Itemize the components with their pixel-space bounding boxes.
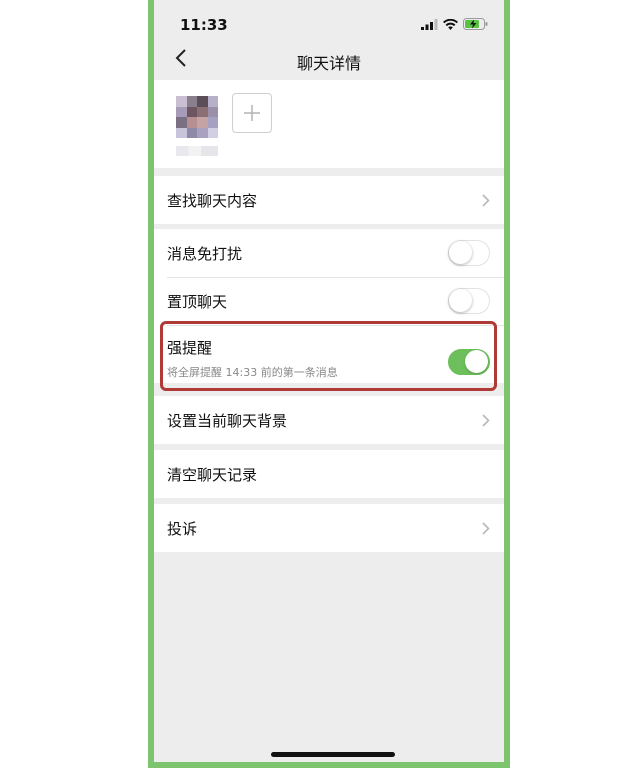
mute-notifications-toggle[interactable] <box>448 240 490 266</box>
report-item[interactable]: 投诉 <box>154 504 504 552</box>
chevron-right-icon <box>482 414 490 427</box>
set-chat-background-item[interactable]: 设置当前聊天背景 <box>154 396 504 444</box>
member-avatar-pixelated[interactable] <box>176 96 218 138</box>
chevron-right-icon <box>482 522 490 535</box>
page-title: 聊天详情 <box>296 54 361 73</box>
signal-icon <box>421 18 438 30</box>
report-label: 投诉 <box>167 519 198 538</box>
status-icons <box>421 17 488 31</box>
member-section <box>154 80 504 168</box>
mute-notifications-item: 消息免打扰 <box>154 229 504 277</box>
strong-reminder-item: 强提醒 将全屏提醒 14:33 前的第一条消息 <box>154 325 504 383</box>
clear-group: 清空聊天记录 <box>154 450 504 498</box>
wifi-icon <box>443 18 458 30</box>
settings-group: 消息免打扰 置顶聊天 强提醒 将全屏提醒 14:33 前的第一条消息 <box>154 229 504 383</box>
pin-chat-label: 置顶聊天 <box>167 292 228 311</box>
plus-icon <box>244 105 260 121</box>
mute-notifications-label: 消息免打扰 <box>167 244 243 263</box>
clear-chat-history-item[interactable]: 清空聊天记录 <box>154 450 504 498</box>
search-chat-content-label: 查找聊天内容 <box>167 191 258 210</box>
member-name-blurred <box>176 146 218 156</box>
battery-charging-icon <box>463 18 488 30</box>
pin-chat-item: 置顶聊天 <box>154 277 504 325</box>
chevron-right-icon <box>482 194 490 207</box>
status-time: 11:33 <box>180 16 228 34</box>
report-group: 投诉 <box>154 504 504 552</box>
add-member-button[interactable] <box>232 93 272 133</box>
pin-chat-toggle[interactable] <box>448 288 490 314</box>
search-group: 查找聊天内容 <box>154 176 504 224</box>
set-chat-background-label: 设置当前聊天背景 <box>167 411 288 430</box>
phone-screen: 11:33 聊天详情 查找聊天内容 消息免打扰 置顶聊天 强提醒 将全屏提醒 1… <box>148 0 510 768</box>
nav-bar: 聊天详情 <box>154 40 504 80</box>
background-group: 设置当前聊天背景 <box>154 396 504 444</box>
search-chat-content-item[interactable]: 查找聊天内容 <box>154 176 504 224</box>
clear-chat-history-label: 清空聊天记录 <box>167 465 258 484</box>
strong-reminder-toggle[interactable] <box>448 349 490 375</box>
home-indicator[interactable] <box>271 752 395 757</box>
